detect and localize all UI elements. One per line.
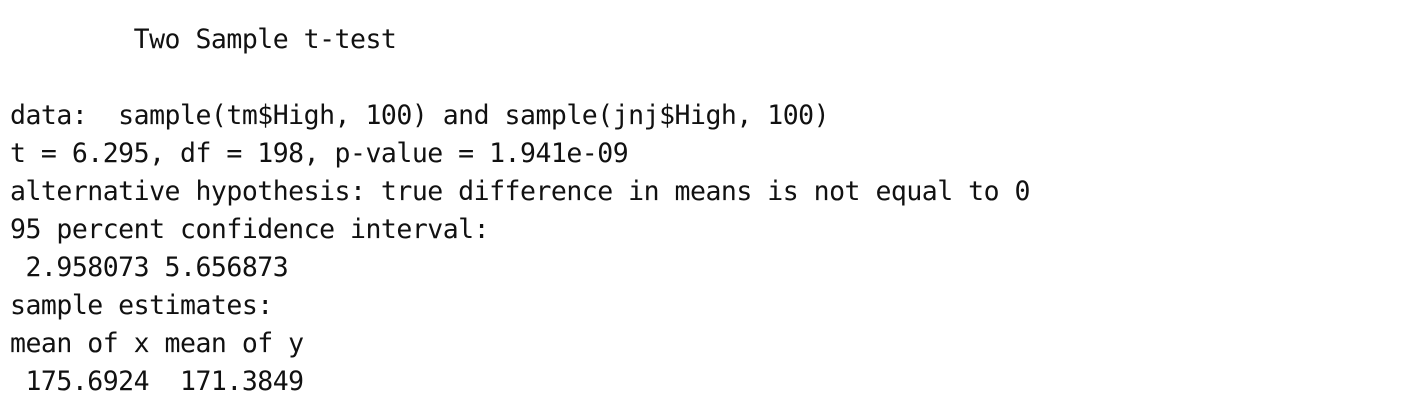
confidence-interval-header: 95 percent confidence interval: [10,214,490,245]
data-line: data: sample(tm$High, 100) and sample(jn… [10,100,830,131]
test-title: Two Sample t-test [10,24,397,55]
sample-estimates-header: sample estimates: [10,290,273,321]
confidence-interval-values: 2.958073 5.656873 [10,252,289,283]
sample-estimates-values: 175.6924 171.3849 [10,366,304,397]
alternative-hypothesis-line: alternative hypothesis: true difference … [10,176,1031,207]
sample-estimates-labels: mean of x mean of y [10,328,304,359]
test-statistics-line: t = 6.295, df = 198, p-value = 1.941e-09 [10,138,629,169]
r-console-output: Two Sample t-test data: sample(tm$High, … [10,21,1031,401]
